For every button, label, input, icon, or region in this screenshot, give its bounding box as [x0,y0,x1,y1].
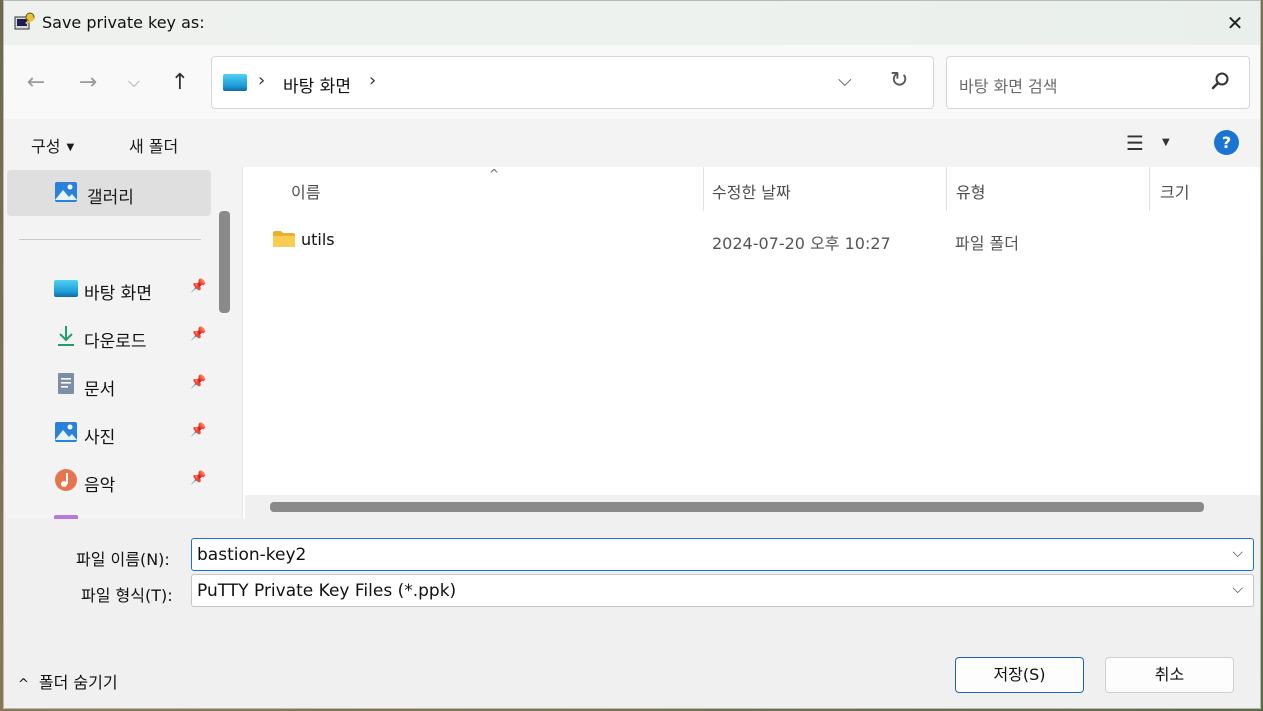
recent-locations-button[interactable]: ⌵ [116,65,152,99]
pin-icon[interactable]: 📌 [190,375,206,390]
organize-label: 구성 [31,137,61,156]
filetype-label: 파일 형식(T): [81,586,173,605]
filetype-value: PuTTY Private Key Files (*.ppk) [197,581,457,601]
arrow-left-icon: ← [26,69,46,95]
sidebar-item-gallery[interactable]: 갤러리 [7,170,211,216]
refresh-icon[interactable]: ↻ [890,68,908,93]
organize-button[interactable]: 구성 ▼ [31,133,74,157]
file-modified: 2024-07-20 오후 10:27 [712,234,891,253]
column-header-label: 수정한 날짜 [712,183,791,202]
sidebar-item-music[interactable]: 음악 📌 [4,459,214,503]
column-header-label: 크기 [1160,183,1190,202]
filename-value: bastion-key2 [197,545,307,565]
search-placeholder: 바탕 화면 검색 [959,77,1058,96]
caret-down-icon: ▼ [66,142,75,153]
file-list: ^ 이름 수정한 날짜 유형 크기 utils 2024-07-20 오후 10… [242,167,1260,519]
arrow-up-icon: ↑ [170,69,190,95]
column-header-label: 이름 [291,183,321,202]
close-button[interactable]: ✕ [1218,7,1252,39]
desktop-icon [223,74,247,91]
file-row[interactable]: utils 2024-07-20 오후 10:27 파일 폴더 [243,217,1260,261]
sidebar-item-label: 갤러리 [87,188,134,208]
column-header-type[interactable]: 유형 [947,167,1149,211]
file-type: 파일 폴더 [955,234,1019,253]
gallery-icon [55,182,77,202]
hide-folders-button[interactable]: ^ 폴더 숨기기 [18,669,118,693]
address-bar[interactable]: › 바탕 화면 › ⌵ ↻ [211,56,934,109]
music-icon [55,469,77,491]
navigation-pane: 갤러리 바탕 화면 📌 다운로드 📌 문서 📌 사진 📌 음악 📌 [4,167,240,519]
column-header-size[interactable]: 크기 [1150,167,1260,211]
download-icon [58,326,74,346]
search-icon[interactable] [1211,71,1231,91]
view-caret-down-icon[interactable]: ▼ [1162,137,1170,148]
up-button[interactable]: ↑ [162,65,198,99]
arrow-right-icon: → [78,69,98,95]
sidebar-scrollbar[interactable] [219,211,230,313]
address-history-dropdown-icon[interactable]: ⌵ [838,70,852,91]
chevron-down-icon[interactable]: ⌵ [1232,545,1243,561]
chevron-down-icon[interactable]: ⌵ [1232,581,1243,597]
pin-icon[interactable]: 📌 [190,279,206,294]
putty-key-icon [14,12,35,30]
help-button[interactable]: ? [1214,130,1239,155]
window-title: Save private key as: [42,13,205,32]
breadcrumb-desktop[interactable]: 바탕 화면 [283,72,351,97]
chevron-down-icon: ⌵ [127,72,141,91]
breadcrumb-separator-icon[interactable]: › [369,70,376,91]
sidebar-item-label: 바탕 화면 [84,284,152,304]
sidebar-divider [19,239,201,240]
filename-label: 파일 이름(N): [76,550,170,569]
pin-icon[interactable]: 📌 [190,327,206,342]
hide-folders-label: 폴더 숨기기 [38,673,118,692]
sidebar-item-documents[interactable]: 문서 📌 [4,363,214,407]
pictures-icon [55,422,77,442]
sidebar-item-pictures[interactable]: 사진 📌 [4,411,214,455]
view-options-icon[interactable]: ☰ [1126,131,1144,155]
column-header-name[interactable]: 이름 [243,167,703,211]
dialog-footer: ^ 폴더 숨기기 저장(S) 취소 [4,617,1260,708]
filename-form: 파일 이름(N): bastion-key2 ⌵ 파일 형식(T): PuTTY… [4,519,1260,617]
cancel-button[interactable]: 취소 [1105,657,1234,693]
search-input[interactable]: 바탕 화면 검색 [946,56,1250,109]
command-bar: 구성 ▼ 새 폴더 ☰ ▼ ? [4,119,1260,167]
filename-field[interactable]: bastion-key2 ⌵ [191,538,1254,571]
sidebar-item-label: 음악 [84,476,116,496]
filetype-select[interactable]: PuTTY Private Key Files (*.ppk) ⌵ [191,574,1254,607]
close-icon: ✕ [1226,11,1244,35]
sidebar-item-label: 사진 [84,428,116,448]
horizontal-scrollbar-thumb[interactable] [270,502,1204,512]
column-header-label: 유형 [956,183,986,202]
sidebar-item-label: 문서 [84,380,116,400]
column-header-modified[interactable]: 수정한 날짜 [704,167,946,211]
save-button[interactable]: 저장(S) [955,657,1084,693]
forward-button[interactable]: → [70,65,106,99]
pin-icon[interactable]: 📌 [190,471,206,486]
title-bar: Save private key as: ✕ [4,1,1260,45]
chevron-up-icon: ^ [18,677,29,692]
sidebar-item-downloads[interactable]: 다운로드 📌 [4,315,214,359]
sidebar-item-label: 다운로드 [84,332,147,352]
document-icon [58,373,74,394]
pin-icon[interactable]: 📌 [190,423,206,438]
navigation-bar: ← → ⌵ ↑ › 바탕 화면 › ⌵ ↻ 바탕 화면 검색 [4,45,1260,119]
breadcrumb-separator-icon[interactable]: › [258,70,265,91]
desktop-icon [54,280,78,297]
save-dialog-window: Save private key as: ✕ ← → ⌵ ↑ › 바탕 화면 ›… [3,0,1261,709]
file-name: utils [301,230,335,249]
folder-icon [273,231,295,247]
back-button[interactable]: ← [18,65,54,99]
sidebar-item-desktop[interactable]: 바탕 화면 📌 [4,267,214,311]
new-folder-button[interactable]: 새 폴더 [129,133,178,157]
